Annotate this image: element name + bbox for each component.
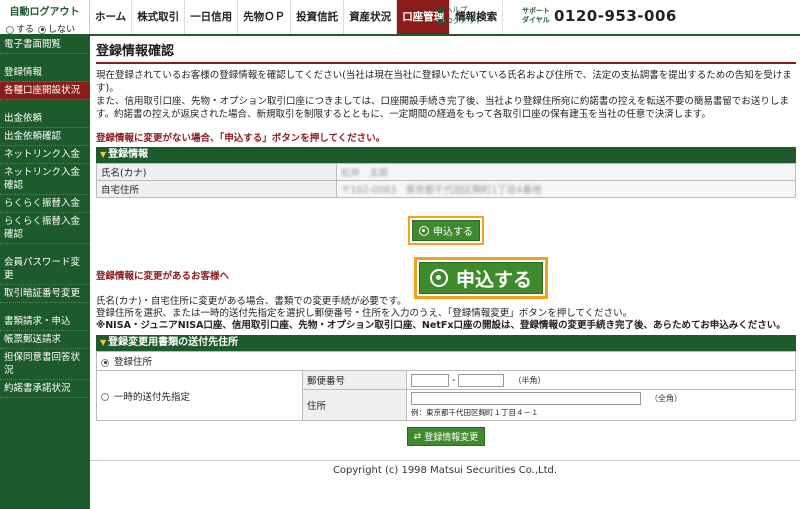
tab-day-margin[interactable]: 一日信用 xyxy=(185,0,239,34)
sidebar-item-withdraw-confirm[interactable]: 出金依頼確認 xyxy=(0,128,90,146)
triangle-down-icon: ▼ xyxy=(100,150,107,159)
auto-logout-off-option[interactable]: しない xyxy=(38,22,75,35)
apply-button[interactable]: 申込する xyxy=(412,220,480,241)
name-value: 松井 太郎 xyxy=(336,163,796,181)
sidebar-item-collateral-status[interactable]: 担保同意書回答状況 xyxy=(0,349,90,380)
top-bar: 自動ログアウト する しない ホーム 株式取引 一日信用 先物ＯＰ 投資信託 資… xyxy=(0,0,800,36)
sidebar-item-agreement-status[interactable]: 約諾書承諾状況 xyxy=(0,380,90,398)
address-label: 自宅住所 xyxy=(96,180,337,198)
radio-icon xyxy=(101,393,109,401)
postal-hint: （半角） xyxy=(513,375,546,385)
support-number: 0120-953-006 xyxy=(554,7,677,25)
support-dial: サポート ダイヤル 0120-953-006 xyxy=(522,7,677,25)
name-label: 氏名(カナ) xyxy=(96,163,337,181)
table-row: 一時的送付先指定 郵便番号 - （半角） xyxy=(96,370,796,421)
destination-table: 登録住所 一時的送付先指定 郵便番号 - （半角） 住所 （全角） 例：東京都千… xyxy=(96,351,796,421)
radio-checked-icon xyxy=(38,25,47,34)
auto-logout-title: 自動ログアウト xyxy=(9,7,80,18)
tab-home[interactable]: ホーム xyxy=(90,0,133,34)
tab-investment-trust[interactable]: 投資信託 xyxy=(291,0,345,34)
change-section: 登録情報に変更があるお客様へ 氏名(カナ)・自宅住所に変更がある場合、書類での変… xyxy=(96,268,796,446)
postal-code-first-input[interactable] xyxy=(411,373,449,387)
sidebar: 電子書面閲覧 登録情報 各種口座開設状況 出金依頼 出金依頼確認 ネットリンク入… xyxy=(0,36,90,509)
postal-cell: - （半角） xyxy=(406,370,796,390)
intro-paragraph-2: また、信用取引口座、先物・オプション取引口座につきましては、口座開設手続き完了後… xyxy=(96,96,789,120)
address-field-label: 住所 xyxy=(302,389,407,421)
radio-checked-icon xyxy=(101,358,109,367)
address-hint: （全角） xyxy=(650,394,683,403)
footer-copyright: Copyright (c) 1998 Matsui Securities Co.… xyxy=(90,460,800,476)
logout-link[interactable]: ログアウト xyxy=(438,15,483,26)
sidebar-item-account-status[interactable]: 各種口座開設状況 xyxy=(0,82,90,100)
change-paragraph-3: ※NISA・ジュニアNISA口座、信用取引口座、先物・オプション取引口座、Net… xyxy=(96,320,786,331)
radio-icon xyxy=(6,25,14,34)
dial-label: ダイヤル xyxy=(522,16,550,24)
sidebar-item-netlink-deposit[interactable]: ネットリンク入金 xyxy=(0,146,90,164)
table-row: 氏名(カナ) 松井 太郎 xyxy=(96,163,796,181)
tab-futures-options[interactable]: 先物ＯＰ xyxy=(238,0,292,34)
main-content: 登録情報確認 現在登録されているお客様の登録情報を確認してください(当社は現在当… xyxy=(90,36,800,509)
sidebar-item-rakuraku-confirm[interactable]: らくらく振替入金確認 xyxy=(0,213,90,244)
auto-logout-panel: 自動ログアウト する しない xyxy=(0,0,90,35)
change-paragraph-2: 登録住所を選択、または一時的送付先指定を選択し郵便番号・住所を入力のうえ、「登録… xyxy=(96,308,633,319)
table-row: 登録住所 xyxy=(96,351,796,371)
auto-logout-on-option[interactable]: する xyxy=(6,22,34,35)
registration-table: 氏名(カナ) 松井 太郎 自宅住所 〒102-0083 東京都千代田区麹町1丁目… xyxy=(96,163,796,198)
apply-button-highlight: 申込する xyxy=(408,216,484,245)
tab-assets[interactable]: 資産状況 xyxy=(344,0,398,34)
registration-section-header: ▼ 登録情報 xyxy=(96,147,796,163)
page-title: 登録情報確認 xyxy=(96,40,796,64)
temp-address-option[interactable]: 一時的送付先指定 xyxy=(96,370,303,421)
sidebar-item-report-mail[interactable]: 帳票郵送請求 xyxy=(0,331,90,349)
address-value: 〒102-0083 東京都千代田区麹町1丁目4番地 xyxy=(336,180,796,198)
sidebar-item-document-request[interactable]: 書類請求・申込 xyxy=(0,313,90,331)
postal-label: 郵便番号 xyxy=(302,370,407,390)
sidebar-item-e-documents[interactable]: 電子書面閲覧 xyxy=(0,36,90,54)
triangle-down-icon: ▼ xyxy=(100,338,107,347)
support-label: サポート xyxy=(522,7,550,15)
address-example: 例：東京都千代田区麹町１丁目４－１ xyxy=(411,408,539,417)
sidebar-item-password-change[interactable]: 会員パスワード変更 xyxy=(0,254,90,285)
change-heading: 登録情報に変更があるお客様へ xyxy=(96,271,230,282)
help-links: ヘルプ ログアウト xyxy=(438,4,483,26)
no-change-note: 登録情報に変更がない場合、「申込する」ボタンを押してください。 xyxy=(96,133,386,144)
intro-paragraph-1: 現在登録されているお客様の登録情報を確認してください(当社は現在当社に登録いただ… xyxy=(96,70,792,94)
registered-address-option[interactable]: 登録住所 xyxy=(96,351,796,371)
sidebar-item-pin-change[interactable]: 取引暗証番号変更 xyxy=(0,285,90,303)
change-registration-button[interactable]: ⇄ 登録情報変更 xyxy=(406,427,486,446)
change-paragraph-1: 氏名(カナ)・自宅住所に変更がある場合、書類での変更手続が必要です。 xyxy=(96,296,407,307)
postal-code-second-input[interactable] xyxy=(458,373,505,387)
square-bullet-icon xyxy=(438,18,443,24)
tab-stock-trade[interactable]: 株式取引 xyxy=(132,0,186,34)
sidebar-item-withdraw-request[interactable]: 出金依頼 xyxy=(0,110,90,128)
table-row: 自宅住所 〒102-0083 東京都千代田区麹町1丁目4番地 xyxy=(96,180,796,198)
swap-arrows-icon: ⇄ xyxy=(413,431,422,442)
sidebar-item-rakuraku-deposit[interactable]: らくらく振替入金 xyxy=(0,195,90,213)
destination-section-header: ▼ 登録変更用書類の送付先住所 xyxy=(96,335,796,351)
circle-icon xyxy=(419,225,429,236)
square-bullet-icon xyxy=(438,7,443,13)
address-cell: （全角） 例：東京都千代田区麹町１丁目４－１ xyxy=(406,389,796,421)
sidebar-item-registration-info[interactable]: 登録情報 xyxy=(0,64,90,82)
sidebar-item-netlink-confirm[interactable]: ネットリンク入金確認 xyxy=(0,164,90,195)
help-link[interactable]: ヘルプ xyxy=(438,4,483,15)
address-input[interactable] xyxy=(411,392,641,405)
